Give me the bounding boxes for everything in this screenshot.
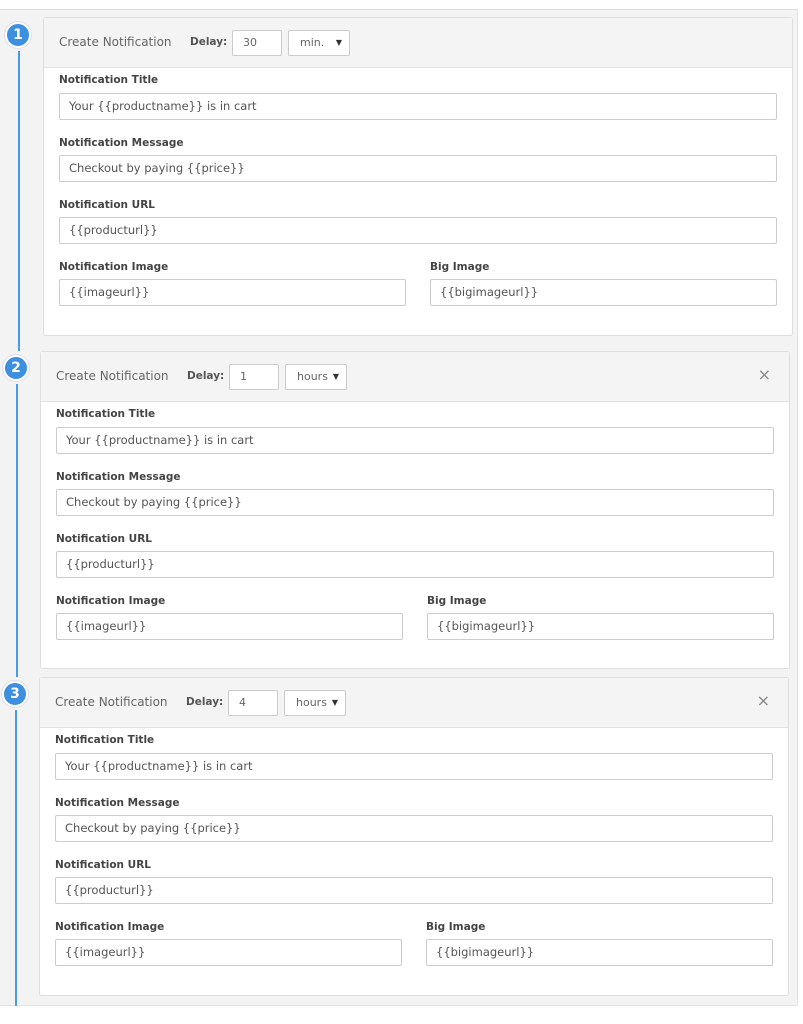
notification-url-label: Notification URL [59,199,155,211]
notification-title-label: Notification Title [55,734,155,746]
notification-message-label: Notification Message [56,471,181,483]
card-header: Create Notification Delay: 30 min. ▼ [44,18,792,68]
notification-image-label: Notification Image [59,261,169,273]
timeline-line [18,51,20,351]
card-title: Create Notification [55,695,168,709]
card-title: Create Notification [59,35,172,49]
delay-unit-select[interactable]: hours ▼ [284,690,346,716]
chevron-down-icon: ▼ [335,38,342,47]
notification-title-label: Notification Title [59,74,159,86]
delay-input[interactable]: 4 [228,690,278,716]
big-image-input[interactable]: {{bigimageurl}} [427,613,774,640]
big-image-label: Big Image [427,595,487,607]
close-icon[interactable]: × [758,365,771,384]
delay-unit-value: hours [297,370,328,383]
chevron-down-icon: ▼ [332,372,339,381]
delay-unit-value: min. [300,36,325,49]
card-title: Create Notification [56,369,169,383]
card-header: Create Notification Delay: 1 hours ▼ × [41,352,789,402]
notification-url-input[interactable]: {{producturl}} [55,877,773,904]
delay-input[interactable]: 30 [232,30,282,56]
delay-unit-select[interactable]: min. ▼ [288,30,350,56]
card-body: Notification Title Your {{productname}} … [41,402,789,670]
timeline-line [15,710,17,1006]
step-badge: 2 [3,355,29,381]
notification-title-input[interactable]: Your {{productname}} is in cart [55,753,773,780]
notification-message-label: Notification Message [59,137,184,149]
big-image-label: Big Image [430,261,490,273]
notification-message-input[interactable]: Checkout by paying {{price}} [56,489,774,516]
notification-image-label: Notification Image [55,921,165,933]
delay-input[interactable]: 1 [229,364,279,390]
big-image-input[interactable]: {{bigimageurl}} [430,279,777,306]
card-body: Notification Title Your {{productname}} … [40,728,788,996]
notification-title-label: Notification Title [56,408,156,420]
delay-label: Delay: [187,370,225,382]
notification-url-input[interactable]: {{producturl}} [56,551,774,578]
notification-title-input[interactable]: Your {{productname}} is in cart [56,427,774,454]
chevron-down-icon: ▼ [331,698,338,707]
notification-url-input[interactable]: {{producturl}} [59,217,777,244]
card-header: Create Notification Delay: 4 hours ▼ × [40,678,788,728]
notification-message-input[interactable]: Checkout by paying {{price}} [59,155,777,182]
big-image-label: Big Image [426,921,486,933]
delay-label: Delay: [186,696,224,708]
notification-image-input[interactable]: {{imageurl}} [55,939,402,966]
notification-card: Create Notification Delay: 30 min. ▼ Noti… [43,17,793,336]
notification-title-input[interactable]: Your {{productname}} is in cart [59,93,777,120]
delay-unit-value: hours [296,696,327,709]
notification-message-label: Notification Message [55,797,180,809]
notification-image-input[interactable]: {{imageurl}} [56,613,403,640]
notification-card: Create Notification Delay: 4 hours ▼ × No… [39,677,789,996]
notification-image-label: Notification Image [56,595,166,607]
notification-image-input[interactable]: {{imageurl}} [59,279,406,306]
notification-card: Create Notification Delay: 1 hours ▼ × No… [40,351,790,669]
notification-url-label: Notification URL [56,533,152,545]
close-icon[interactable]: × [757,691,770,710]
timeline-line [16,384,18,677]
delay-unit-select[interactable]: hours ▼ [285,364,347,390]
step-badge: 3 [2,681,28,707]
notification-url-label: Notification URL [55,859,151,871]
big-image-input[interactable]: {{bigimageurl}} [426,939,773,966]
notification-message-input[interactable]: Checkout by paying {{price}} [55,815,773,842]
card-body: Notification Title Your {{productname}} … [44,68,792,336]
delay-label: Delay: [190,36,228,48]
step-badge: 1 [5,22,31,48]
